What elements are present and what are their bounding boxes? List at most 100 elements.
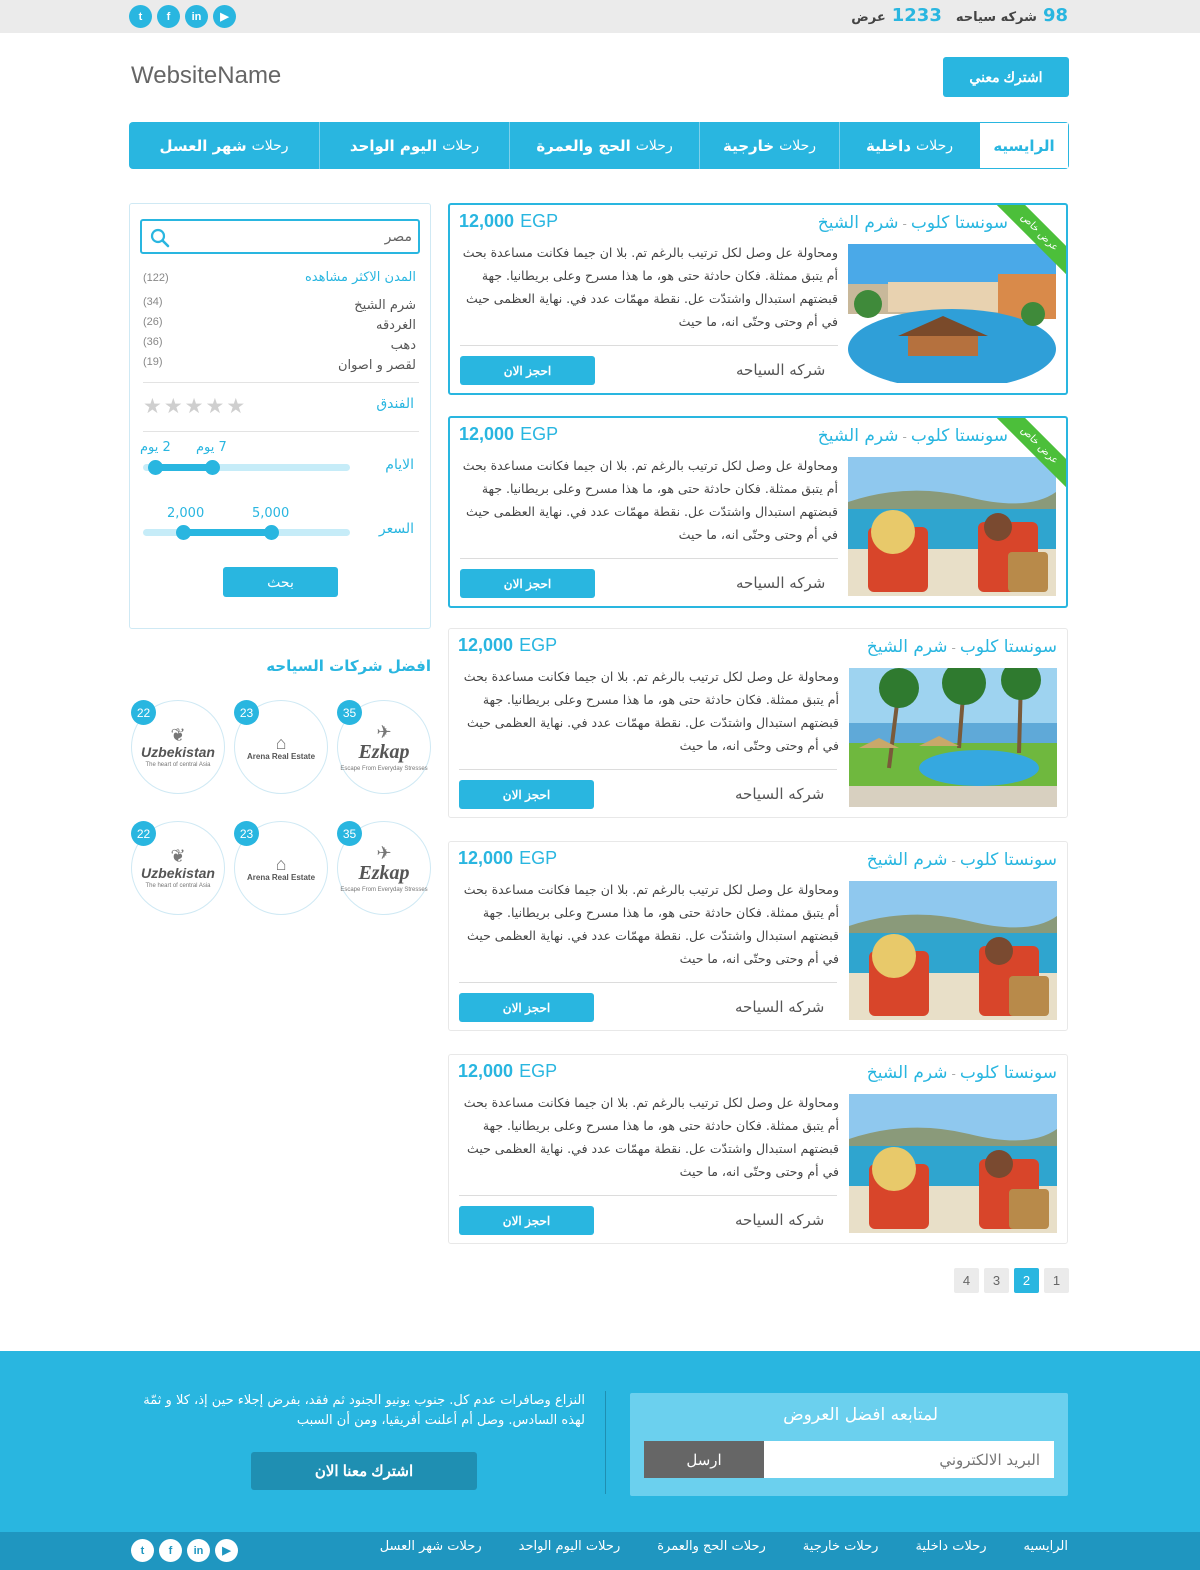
nav-item-label: شهر العسل (159, 136, 247, 155)
company-count-badge: 35 (337, 700, 362, 725)
youtube-icon[interactable]: ▶ (213, 5, 236, 28)
offer-description: ومحاولة عل وصل لكل ترتيب بالرغم تم. بلا … (463, 669, 839, 753)
offer-photo[interactable] (849, 1094, 1057, 1233)
youtube-icon[interactable]: ▶ (215, 1539, 238, 1562)
footer-link[interactable]: رحلات الحج والعمرة (657, 1539, 766, 1554)
house-icon: ⌂ (275, 853, 287, 874)
send-button[interactable]: ارسل (644, 1441, 764, 1478)
linkedin-icon[interactable]: in (185, 5, 208, 28)
popular-cities-total: (122) (143, 272, 169, 284)
price-slider-min-handle[interactable] (176, 525, 191, 540)
page-2[interactable]: 2 (1014, 1268, 1039, 1293)
footer-link[interactable]: رحلات داخلية (915, 1539, 986, 1554)
search-button[interactable]: بحث (223, 567, 338, 597)
search-input[interactable] (172, 226, 412, 248)
page-4[interactable]: 4 (954, 1268, 979, 1293)
subscribe-button[interactable]: اشترك معني (943, 57, 1069, 97)
book-now-button[interactable]: احجز الان (460, 356, 595, 385)
star-icon[interactable]: ★ (185, 395, 204, 417)
search-icon[interactable] (150, 228, 170, 248)
book-now-button[interactable]: احجز الان (459, 993, 594, 1022)
nav-item-3[interactable]: رحلات خارجية (699, 122, 839, 169)
search-box (140, 219, 420, 254)
price-slider-max-handle[interactable] (264, 525, 279, 540)
offer-photo[interactable] (848, 457, 1056, 596)
offer-company[interactable]: شركه السياحه (736, 574, 825, 592)
star-icon[interactable]: ★ (143, 395, 162, 417)
newsletter-title: لمتابعه افضل العروض (783, 1405, 938, 1425)
nav-item-label: خارجية (722, 136, 775, 155)
offer-photo[interactable] (849, 668, 1057, 807)
nav-item-prefix: رحلات (916, 137, 953, 154)
site-stats: 98 شركه سياحه 1233 عرض (851, 5, 1068, 26)
price-amount: 12,000 (458, 1061, 514, 1081)
subscribe-now-button[interactable]: اشترك معنا الان (251, 1452, 477, 1490)
city-link[interactable]: شرم الشيخ (354, 298, 416, 313)
book-now-button[interactable]: احجز الان (460, 569, 595, 598)
nav-item-1[interactable]: الرايسيه (979, 122, 1069, 169)
offer-title[interactable]: سونستا كلوب-شرم الشيخ (867, 850, 1057, 870)
footer-text: النزاع وصافرات عدم كل. جنوب يونيو الجنود… (143, 1393, 585, 1428)
city-link[interactable]: الغردقه (376, 318, 416, 333)
footer-link[interactable]: رحلات خارجية (803, 1539, 879, 1554)
offer-photo[interactable] (848, 244, 1056, 383)
offer-photo[interactable] (849, 881, 1057, 1020)
page-3[interactable]: 3 (984, 1268, 1009, 1293)
offer-title[interactable]: سونستا كلوب-شرم الشيخ (867, 637, 1057, 657)
title-separator: - (951, 641, 956, 655)
search-sidebar: المدن الاكثر مشاهده (122) شرم الشيخ (34) ا… (129, 203, 431, 629)
star-icon[interactable]: ★ (164, 395, 183, 417)
company-tagline: Escape From Everyday Stresses (340, 886, 428, 893)
company-name: Arena Real Estate (246, 751, 316, 761)
offer-company[interactable]: شركه السياحه (735, 998, 824, 1016)
nav-item-2[interactable]: رحلات داخلية (839, 122, 979, 169)
book-now-button[interactable]: احجز الان (459, 1206, 594, 1235)
offer-title[interactable]: سونستا كلوب-شرم الشيخ (867, 1063, 1057, 1083)
companies-count: 98 (1042, 5, 1068, 26)
footer-link[interactable]: رحلات شهر العسل (380, 1539, 482, 1554)
offer-city: شرم الشيخ (866, 1063, 948, 1083)
nav-item-6[interactable]: رحلات شهر العسل (129, 122, 319, 169)
offer-description: ومحاولة عل وصل لكل ترتيب بالرغم تم. بلا … (463, 882, 839, 966)
city-link[interactable]: لقصر و اصوان (338, 358, 416, 373)
star-icon[interactable]: ★ (226, 395, 245, 417)
main-nav: الرايسيه رحلات داخلية رحلات خارجية رحلات الحج … (129, 122, 1069, 169)
price-currency: EGP (519, 848, 558, 868)
city-count: (19) (143, 356, 163, 368)
nav-item-4[interactable]: رحلات الحج والعمرة (509, 122, 699, 169)
hotel-rating[interactable]: ★ ★ ★ ★ ★ (143, 395, 245, 417)
days-slider-max-handle[interactable] (205, 460, 220, 475)
social-links: t f in ▶ (129, 5, 236, 28)
star-icon[interactable]: ★ (205, 395, 224, 417)
linkedin-icon[interactable]: in (187, 1539, 210, 1562)
days-slider-min-handle[interactable] (148, 460, 163, 475)
book-now-button[interactable]: احجز الان (459, 780, 594, 809)
nav-item-label: الحج والعمرة (536, 136, 631, 155)
offer-price: 12,000 EGP (458, 635, 557, 656)
offer-title[interactable]: سونستا كلوب-شرم الشيخ (818, 426, 1008, 446)
divider (460, 345, 838, 346)
offer-company[interactable]: شركه السياحه (736, 361, 825, 379)
site-logo[interactable]: WebsiteName (131, 62, 281, 90)
nav-item-5[interactable]: رحلات اليوم الواحد (319, 122, 509, 169)
facebook-icon[interactable]: f (159, 1539, 182, 1562)
days-slider-range (155, 464, 212, 471)
city-link[interactable]: دهب (391, 338, 416, 353)
twitter-icon[interactable]: t (131, 1539, 154, 1562)
swan-icon: ❦ (170, 725, 186, 745)
footer-link[interactable]: رحلات اليوم الواحد (519, 1539, 621, 1554)
offer-title[interactable]: سونستا كلوب-شرم الشيخ (818, 213, 1008, 233)
offer-company[interactable]: شركه السياحه (735, 785, 824, 803)
footer-link[interactable]: الرايسيه (1024, 1539, 1068, 1554)
footer-nav: الرايسيه رحلات داخلية رحلات خارجية رحلات ال… (380, 1539, 1068, 1554)
facebook-icon[interactable]: f (157, 5, 180, 28)
company-count-badge: 23 (234, 821, 259, 846)
title-separator: - (902, 430, 907, 444)
page-1[interactable]: 1 (1044, 1268, 1069, 1293)
twitter-icon[interactable]: t (129, 5, 152, 28)
price-currency: EGP (519, 1061, 558, 1081)
divider (460, 558, 838, 559)
email-input[interactable] (764, 1441, 1054, 1478)
offer-company[interactable]: شركه السياحه (735, 1211, 824, 1229)
footer-divider (605, 1391, 606, 1494)
